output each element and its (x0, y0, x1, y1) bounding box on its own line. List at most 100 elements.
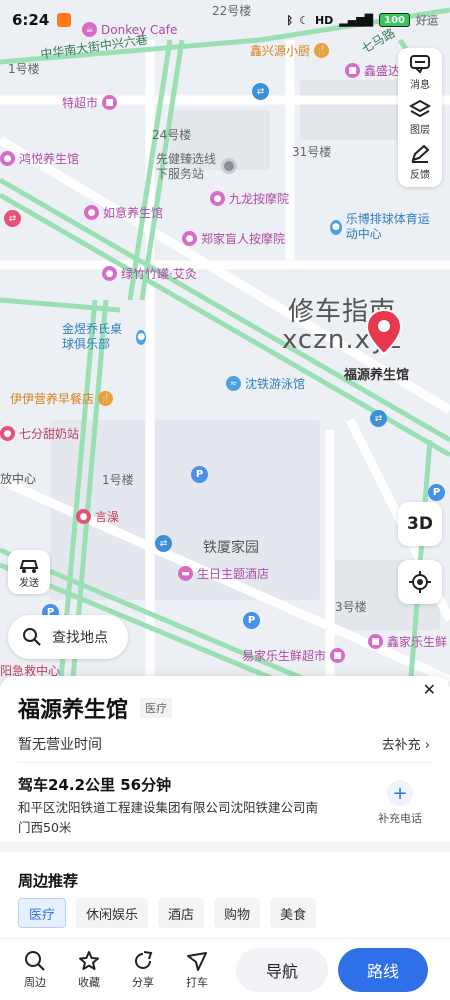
search-icon (25, 950, 45, 971)
spa-icon: ● (0, 151, 15, 166)
hotel-icon: ▬ (178, 566, 193, 581)
poi-milk-tea[interactable]: ● 七分甜奶站 (0, 425, 79, 442)
poi-store[interactable]: ■ 鑫盛达 (345, 62, 400, 79)
car-icon (19, 559, 39, 573)
poi-massage[interactable]: ● 郑家盲人按摩院 (182, 230, 285, 247)
section-separator (0, 842, 450, 852)
parking-icon[interactable]: P (428, 484, 445, 501)
poi-massage[interactable]: ● 九龙按摩院 (210, 190, 289, 207)
street-label: 3号楼 (335, 600, 367, 614)
location-marker-icon[interactable] (221, 158, 237, 174)
chip-food[interactable]: 美食 (270, 898, 317, 928)
poi-breakfast[interactable]: 伊伊营养早餐店 🍴 (10, 390, 114, 407)
divider (18, 762, 432, 763)
3d-toggle-button[interactable]: 3D (398, 502, 442, 546)
street-label: 1号楼 (8, 62, 40, 76)
close-icon[interactable]: ✕ (423, 680, 436, 699)
route-button[interactable]: 路线 (338, 947, 428, 992)
taxi-button[interactable]: 打车 (170, 950, 224, 990)
poi-grocery[interactable]: 易家乐生鲜超市 ■ (242, 647, 346, 664)
locate-button[interactable] (398, 560, 442, 604)
status-time: 6:24 (12, 11, 50, 29)
poi-sports-center[interactable]: ● 乐博排球体育运动中心 (330, 212, 440, 242)
poi-wellness[interactable]: ● 如意养生馆 (84, 204, 163, 221)
nearby-category-chips: 医疗 休闲娱乐 酒店 购物 美食 (18, 898, 317, 928)
nearby-button[interactable]: 周边 (8, 950, 62, 990)
poi-wellness[interactable]: ● 鸿悦养生馆 (0, 150, 79, 167)
street-label: 24号楼 (152, 128, 192, 142)
swim-icon: ≈ (226, 376, 241, 391)
poi-moxibustion[interactable]: ● 绿竹竹罐·艾灸 (102, 265, 197, 282)
area-label: 先健臻选线下服务站 (156, 152, 217, 181)
area-label: 放中心 (0, 472, 37, 486)
bus-stop-icon[interactable]: ⇄ (252, 83, 269, 100)
selected-pin-label: 福源养生馆 (344, 368, 410, 383)
plus-icon: + (387, 780, 413, 806)
bath-icon: ● (76, 509, 91, 524)
restaurant-icon: 🍴 (314, 43, 330, 58)
sports-icon: ● (136, 329, 146, 345)
bottom-action-bar: 周边 收藏 分享 打车 导航 路线 (0, 938, 450, 1000)
restaurant-icon: 🍴 (98, 391, 114, 406)
taxi-icon (187, 951, 207, 971)
poi-hotel[interactable]: ▬ 生日主题酒店 (178, 565, 269, 582)
map-view[interactable]: 6:24 ᛒ ☾ HD ▂▄▆█ 100 好运 22号楼 1号楼 24号楼 31… (0, 0, 450, 690)
spa-icon: ● (102, 266, 117, 281)
feedback-button[interactable]: 反馈 (409, 144, 431, 181)
message-icon (410, 55, 430, 74)
search-icon (23, 628, 41, 646)
shop-icon: ■ (368, 634, 383, 649)
poi-bath[interactable]: ● 言澡 (76, 508, 119, 525)
street-label: 1号楼 (102, 473, 134, 487)
poi-restaurant[interactable]: 鑫兴源小厨 🍴 (250, 42, 330, 59)
signal-icon: ▂▄▆█ (339, 13, 374, 27)
street-label: 31号楼 (292, 145, 332, 159)
share-icon (135, 950, 153, 969)
poi-supermarket[interactable]: 特超市 ■ (62, 94, 118, 111)
poi-grocery[interactable]: ■ 鑫家乐生鲜 (368, 633, 447, 650)
app-notification-icon (57, 13, 72, 27)
shop-icon: ■ (102, 95, 118, 110)
add-phone-button[interactable]: + 补充电话 (378, 780, 422, 826)
star-icon (79, 950, 99, 970)
crosshair-icon (409, 571, 431, 593)
address: 和平区沈阳铁道工程建设集团有限公司沈阳铁建公司南门西50米 (18, 800, 319, 835)
battery-indicator: 100 (379, 13, 410, 27)
chevron-right-icon: › (424, 738, 430, 753)
moon-icon: ☾ (299, 13, 309, 27)
bus-stop-icon[interactable]: ⇄ (155, 535, 172, 552)
place-title: 福源养生馆 (18, 698, 129, 723)
bus-stop-icon[interactable]: ⇄ (370, 410, 387, 427)
chip-shopping[interactable]: 购物 (214, 898, 261, 928)
map-side-toolbar: 消息 图层 反馈 (398, 48, 442, 187)
chip-medical[interactable]: 医疗 (18, 898, 67, 928)
poi-billiards[interactable]: 金煜乔氏桌球俱乐部 ● (62, 322, 146, 352)
chip-leisure[interactable]: 休闲娱乐 (76, 898, 149, 928)
spa-icon: ● (182, 231, 197, 246)
nearby-title: 周边推荐 (18, 872, 79, 890)
message-button[interactable]: 消息 (409, 54, 431, 91)
status-icons: ᛒ ☾ HD ▂▄▆█ 100 好运 (286, 12, 438, 28)
selected-pin-icon[interactable] (365, 308, 403, 356)
shop-icon: ■ (330, 648, 346, 663)
parking-icon[interactable]: P (191, 466, 208, 483)
send-to-car-button[interactable]: 发送 (8, 550, 50, 594)
bus-stop-icon[interactable]: ⇄ (4, 210, 21, 227)
favorite-button[interactable]: 收藏 (62, 950, 116, 990)
layers-button[interactable]: 图层 (409, 99, 431, 136)
search-places-button[interactable]: 查找地点 (8, 615, 128, 659)
poi-swimming[interactable]: ≈ 沈铁游泳馆 (226, 375, 305, 392)
opening-hours: 暂无营业时间 (18, 737, 102, 753)
network-label: HD (314, 13, 334, 27)
navigate-button[interactable]: 导航 (236, 947, 328, 992)
layers-icon (409, 99, 431, 118)
spa-icon: ● (84, 205, 99, 220)
share-button[interactable]: 分享 (116, 950, 170, 990)
pencil-icon (411, 144, 430, 163)
drive-info: 驾车24.2公里 56分钟 (18, 776, 172, 794)
bluetooth-icon: ᛒ (286, 13, 294, 27)
status-extra: 好运 (416, 14, 438, 27)
supplement-hours-link[interactable]: 去补充 › (382, 734, 430, 753)
parking-icon[interactable]: P (243, 612, 260, 629)
chip-hotel[interactable]: 酒店 (158, 898, 205, 928)
